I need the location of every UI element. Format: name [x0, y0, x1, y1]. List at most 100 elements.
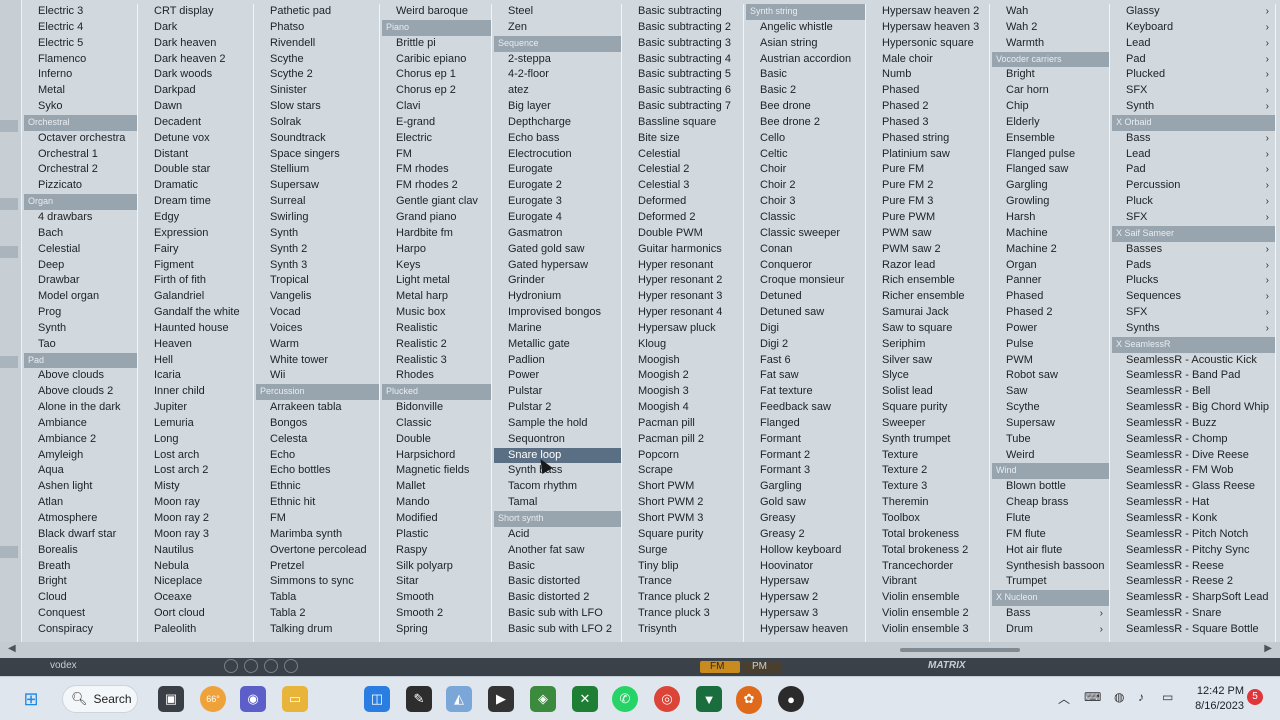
menu-item[interactable]: 4-2-floor	[494, 67, 621, 83]
menu-item[interactable]: Metallic gate	[494, 337, 621, 353]
menu-item[interactable]: Hypersaw heaven	[746, 622, 865, 638]
menu-item[interactable]: Basic subtracting 2	[624, 20, 743, 36]
menu-item[interactable]: Voices	[256, 321, 379, 337]
menu-item[interactable]: Detuned saw	[746, 305, 865, 321]
task-view-icon[interactable]: ▣	[158, 686, 184, 712]
menu-item[interactable]: Hypersaw	[746, 574, 865, 590]
menu-item[interactable]: Dawn	[140, 99, 253, 115]
menu-item[interactable]: Moogish 2	[624, 368, 743, 384]
menu-item[interactable]: SeamlessR - Konk	[1112, 511, 1275, 527]
menu-item[interactable]: Basic subtracting 3	[624, 36, 743, 52]
menu-item[interactable]: Texture	[868, 448, 989, 464]
menu-item[interactable]: Cello	[746, 131, 865, 147]
menu-item[interactable]: Double star	[140, 162, 253, 178]
menu-item[interactable]: Total brokeness 2	[868, 543, 989, 559]
notification-badge[interactable]: 5	[1247, 689, 1263, 705]
menu-item[interactable]: Raspy	[382, 543, 491, 559]
menu-item[interactable]: Robot saw	[992, 368, 1109, 384]
menu-item[interactable]: SFX ›	[1112, 210, 1275, 226]
store-icon[interactable]: ◫	[364, 686, 390, 712]
menu-item[interactable]: Supersaw	[992, 416, 1109, 432]
menu-item[interactable]: Pad ›	[1112, 52, 1275, 68]
menu-item[interactable]: Digi 2	[746, 337, 865, 353]
obs-icon[interactable]: ●	[778, 686, 804, 712]
menu-item[interactable]: Choir 3	[746, 194, 865, 210]
menu-item[interactable]: Percussion ›	[1112, 178, 1275, 194]
menu-item[interactable]: Ashen light	[24, 479, 137, 495]
menu-item[interactable]: Basic subtracting	[624, 4, 743, 20]
menu-item[interactable]: Weird	[992, 448, 1109, 464]
menu-item[interactable]: Total brokeness	[868, 527, 989, 543]
search-box[interactable]: 🔍︎ Search	[62, 685, 138, 713]
menu-item[interactable]: Expression	[140, 226, 253, 242]
menu-item[interactable]: Cloud	[24, 590, 137, 606]
menu-item[interactable]: Borealis	[24, 543, 137, 559]
menu-item[interactable]: Wah	[992, 4, 1109, 20]
menu-item[interactable]: Black dwarf star	[24, 527, 137, 543]
menu-item[interactable]: Platinium saw	[868, 147, 989, 163]
menu-item[interactable]: Short PWM	[624, 479, 743, 495]
menu-item[interactable]: Simmons to sync	[256, 574, 379, 590]
menu-item[interactable]: SeamlessR - Glass Reese	[1112, 479, 1275, 495]
menu-item[interactable]: Tiny blip	[624, 559, 743, 575]
menu-item[interactable]: Atmosphere	[24, 511, 137, 527]
menu-item[interactable]: Formant 2	[746, 448, 865, 464]
menu-item[interactable]: Synth bass	[494, 463, 621, 479]
menu-item[interactable]: Silk polyarp	[382, 559, 491, 575]
menu-item[interactable]: Deformed	[624, 194, 743, 210]
menu-item[interactable]: Classic	[382, 416, 491, 432]
menu-item[interactable]: Harpsichord	[382, 448, 491, 464]
menu-item[interactable]: White tower	[256, 353, 379, 369]
windows-start-icon[interactable]: ⊞	[18, 686, 44, 712]
menu-item[interactable]: Hypersaw heaven 2	[868, 4, 989, 20]
menu-item[interactable]: Basic distorted 2	[494, 590, 621, 606]
menu-item[interactable]: Acid	[494, 527, 621, 543]
menu-item[interactable]: Synth ›	[1112, 99, 1275, 115]
menu-item[interactable]: Bass ›	[1112, 131, 1275, 147]
menu-item[interactable]: Saw	[992, 384, 1109, 400]
menu-item[interactable]: Bidonville	[382, 400, 491, 416]
menu-item[interactable]: Synths ›	[1112, 321, 1275, 337]
menu-item[interactable]: Tropical	[256, 273, 379, 289]
menu-item[interactable]: PWM	[992, 353, 1109, 369]
menu-item[interactable]: Formant 3	[746, 463, 865, 479]
menu-item[interactable]: Greasy 2	[746, 527, 865, 543]
menu-item[interactable]: Gargling	[992, 178, 1109, 194]
menu-item[interactable]: Pacman pill 2	[624, 432, 743, 448]
menu-item[interactable]: Hyper resonant 3	[624, 289, 743, 305]
menu-item[interactable]: Hypersaw heaven 3	[868, 20, 989, 36]
menu-item[interactable]: Violin ensemble	[868, 590, 989, 606]
menu-item[interactable]: Grand piano	[382, 210, 491, 226]
menu-item[interactable]: Silver saw	[868, 353, 989, 369]
menu-item[interactable]: Smooth 2	[382, 606, 491, 622]
notepad-icon[interactable]: ✎	[406, 686, 432, 712]
menu-item[interactable]: Pulstar 2	[494, 400, 621, 416]
menu-item[interactable]: Electric 5	[24, 36, 137, 52]
menu-item[interactable]: Hypersonic square	[868, 36, 989, 52]
menu-item[interactable]: Surreal	[256, 194, 379, 210]
menu-item[interactable]: Phased 2	[868, 99, 989, 115]
menu-item[interactable]: Hydronium	[494, 289, 621, 305]
menu-item[interactable]: SeamlessR - Acoustic Kick	[1112, 353, 1275, 369]
menu-item[interactable]: Swirling	[256, 210, 379, 226]
menu-item[interactable]: Phased 3	[868, 115, 989, 131]
menu-item[interactable]: Basic	[746, 67, 865, 83]
menu-item[interactable]: Lemuria	[140, 416, 253, 432]
menu-item[interactable]: Electric 3	[24, 4, 137, 20]
menu-item[interactable]: Space singers	[256, 147, 379, 163]
menu-item[interactable]: Eurogate 3	[494, 194, 621, 210]
clock[interactable]: 12:42 PM 8/16/2023	[1188, 684, 1244, 714]
menu-item[interactable]: Pulstar	[494, 384, 621, 400]
menu-item[interactable]: Dark heaven 2	[140, 52, 253, 68]
menu-item[interactable]: Hardbite fm	[382, 226, 491, 242]
menu-item[interactable]: Violin ensemble 2	[868, 606, 989, 622]
menu-item[interactable]: Power	[494, 368, 621, 384]
menu-item[interactable]: Synth trumpet	[868, 432, 989, 448]
menu-item[interactable]: Scythe	[992, 400, 1109, 416]
menu-item[interactable]: Amyleigh	[24, 448, 137, 464]
menu-item[interactable]: Richer ensemble	[868, 289, 989, 305]
menu-item[interactable]: Metal harp	[382, 289, 491, 305]
menu-item[interactable]: Hyper resonant 4	[624, 305, 743, 321]
menu-item[interactable]: Hypersaw 3	[746, 606, 865, 622]
menu-item[interactable]: Dream time	[140, 194, 253, 210]
